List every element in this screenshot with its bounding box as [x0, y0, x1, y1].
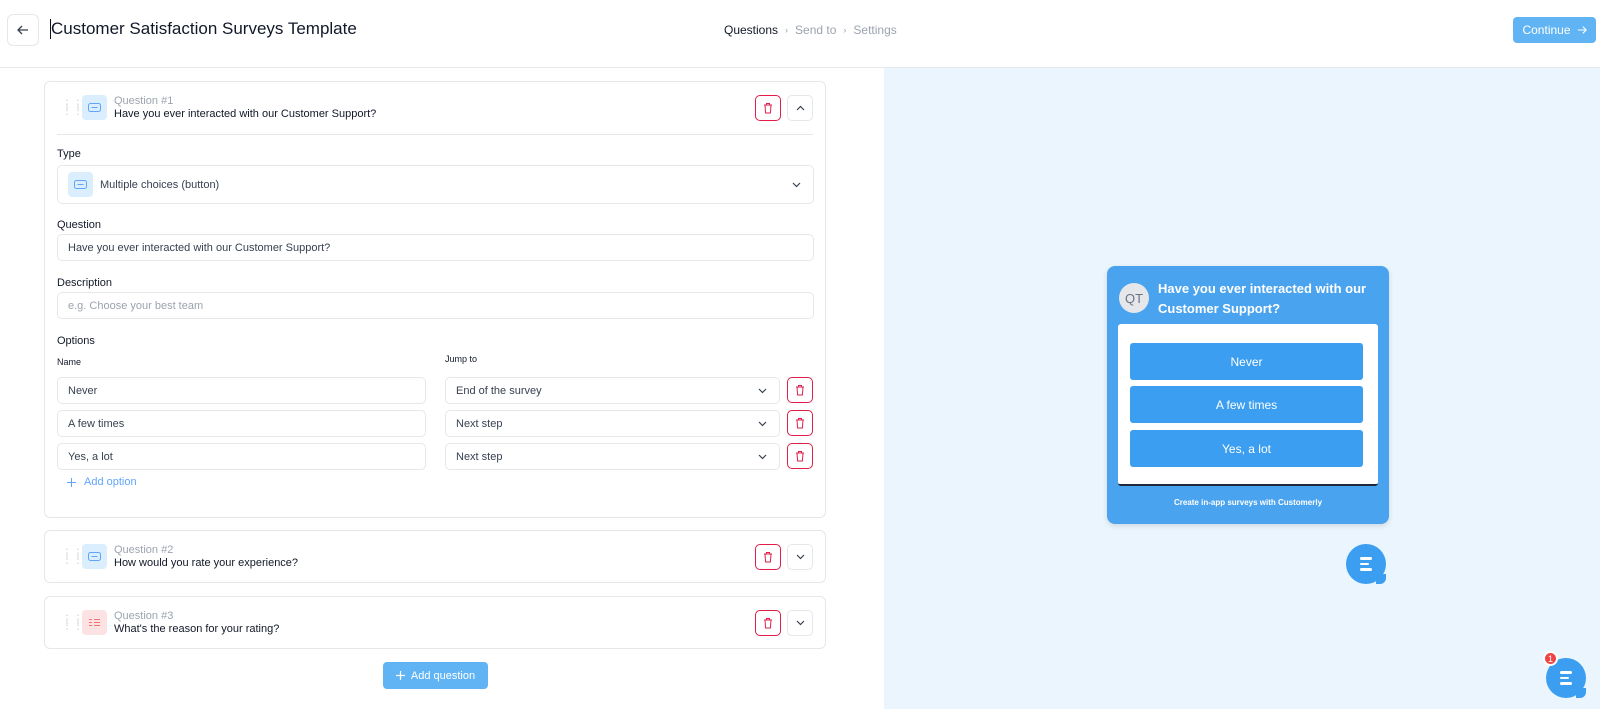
- plus-icon: [67, 477, 76, 487]
- button-choice-icon: [82, 95, 107, 120]
- list-icon: [82, 610, 107, 635]
- delete-question-button[interactable]: [755, 95, 781, 121]
- back-button[interactable]: [7, 14, 39, 46]
- option-jump-value: Next step: [456, 417, 503, 430]
- question-title: Have you ever interacted with our Custom…: [114, 108, 377, 120]
- continue-label: Continue: [1522, 23, 1571, 37]
- divider: [57, 134, 813, 135]
- preview-option-button[interactable]: Yes, a lot: [1130, 430, 1363, 467]
- chevron-down-icon: [796, 620, 804, 626]
- option-name-input[interactable]: Yes, a lot: [57, 443, 426, 470]
- question-card-1: ⋮⋮ ⋮⋮ Question #1 Have you ever interacte…: [44, 81, 826, 518]
- options-label: Options: [57, 335, 95, 347]
- survey-widget-preview: QT Have you ever interacted with our Cus…: [1107, 266, 1389, 524]
- delete-option-button[interactable]: [787, 410, 813, 436]
- delete-option-button[interactable]: [787, 377, 813, 403]
- chevron-down-icon: [796, 554, 804, 560]
- question-number: Question #2: [114, 544, 174, 556]
- option-jump-value: End of the survey: [456, 384, 542, 397]
- question-number: Question #3: [114, 610, 174, 622]
- add-option-label: Add option: [84, 476, 137, 488]
- option-name-input[interactable]: Never: [57, 377, 426, 404]
- trash-icon: [764, 552, 772, 563]
- delete-question-button[interactable]: [755, 544, 781, 570]
- breadcrumb: Questions › Send to › Settings: [724, 23, 897, 37]
- arrow-left-icon: [17, 25, 28, 35]
- chevron-right-icon: ›: [843, 25, 847, 35]
- drag-handle-icon[interactable]: ⋮⋮ ⋮⋮: [61, 613, 84, 631]
- button-choice-icon: [68, 172, 93, 197]
- preview-footer: Create in-app surveys with Customerly: [1173, 498, 1323, 507]
- question-label: Question: [57, 219, 102, 231]
- preview-question: Have you ever interacted with our Custom…: [1158, 281, 1367, 316]
- survey-title[interactable]: Customer Satisfaction Surveys Template: [50, 19, 357, 39]
- collapse-button[interactable]: [787, 95, 813, 121]
- option-jump-value: Next step: [456, 450, 503, 463]
- drag-handle-icon[interactable]: ⋮⋮ ⋮⋮: [61, 547, 84, 565]
- description-label: Description: [57, 277, 113, 289]
- question-card-2[interactable]: ⋮⋮ ⋮⋮ Question #2 How would you rate your…: [44, 530, 826, 583]
- trash-icon: [796, 418, 804, 429]
- notification-badge: 1: [1543, 651, 1558, 666]
- question-title: What's the reason for your rating?: [114, 623, 280, 635]
- continue-button[interactable]: Continue: [1513, 17, 1596, 43]
- type-label: Type: [57, 148, 81, 160]
- trash-icon: [764, 618, 772, 629]
- question-header[interactable]: ⋮⋮ ⋮⋮ Question #1 Have you ever interacte…: [45, 82, 825, 134]
- preview-chat-launcher-icon[interactable]: [1346, 544, 1386, 584]
- button-choice-icon: [82, 544, 107, 569]
- chevron-down-icon: [758, 454, 767, 459]
- avatar: QT: [1119, 283, 1149, 313]
- add-question-button[interactable]: Add question: [383, 662, 488, 689]
- type-select[interactable]: Multiple choices (button): [57, 165, 814, 204]
- delete-option-button[interactable]: [787, 443, 813, 469]
- option-jump-select[interactable]: End of the survey: [445, 377, 780, 404]
- question-input[interactable]: Have you ever interacted with our Custom…: [57, 234, 814, 261]
- top-bar: Customer Satisfaction Surveys Template Q…: [0, 0, 1600, 68]
- expand-button[interactable]: [787, 544, 813, 570]
- step-questions[interactable]: Questions: [724, 23, 778, 37]
- add-option-button[interactable]: Add option: [67, 476, 137, 488]
- option-jump-select[interactable]: Next step: [445, 410, 780, 437]
- name-column-header: Name: [57, 357, 82, 367]
- step-send-to[interactable]: Send to: [795, 23, 836, 37]
- type-value: Multiple choices (button): [100, 178, 220, 191]
- chevron-right-icon: ›: [785, 25, 789, 35]
- trash-icon: [796, 451, 804, 462]
- add-question-label: Add question: [410, 669, 476, 682]
- trash-icon: [796, 385, 804, 396]
- expand-button[interactable]: [787, 610, 813, 636]
- survey-preview-panel: QT Have you ever interacted with our Cus…: [884, 68, 1600, 709]
- chevron-down-icon: [792, 182, 801, 187]
- chevron-down-icon: [758, 421, 767, 426]
- question-card-3[interactable]: ⋮⋮ ⋮⋮ Question #3 What's the reason for y…: [44, 596, 826, 649]
- description-input[interactable]: e.g. Choose your best team: [57, 292, 814, 319]
- chevron-down-icon: [758, 388, 767, 393]
- plus-icon: [395, 671, 405, 680]
- preview-option-button[interactable]: A few times: [1130, 386, 1363, 423]
- trash-icon: [764, 103, 772, 114]
- arrow-right-icon: [1577, 26, 1587, 34]
- step-settings[interactable]: Settings: [853, 23, 896, 37]
- question-number: Question #1: [114, 95, 174, 107]
- option-jump-select[interactable]: Next step: [445, 443, 780, 470]
- question-title: How would you rate your experience?: [114, 557, 299, 569]
- preview-option-button[interactable]: Never: [1130, 343, 1363, 380]
- option-name-input[interactable]: A few times: [57, 410, 426, 437]
- drag-handle-icon[interactable]: ⋮⋮ ⋮⋮: [61, 98, 84, 116]
- jump-to-column-header: Jump to: [445, 354, 478, 364]
- delete-question-button[interactable]: [755, 610, 781, 636]
- preview-options: Never A few times Yes, a lot: [1118, 324, 1378, 486]
- chevron-up-icon: [796, 105, 804, 111]
- question-editor: ⋮⋮ ⋮⋮ Question #1 Have you ever interacte…: [0, 68, 884, 709]
